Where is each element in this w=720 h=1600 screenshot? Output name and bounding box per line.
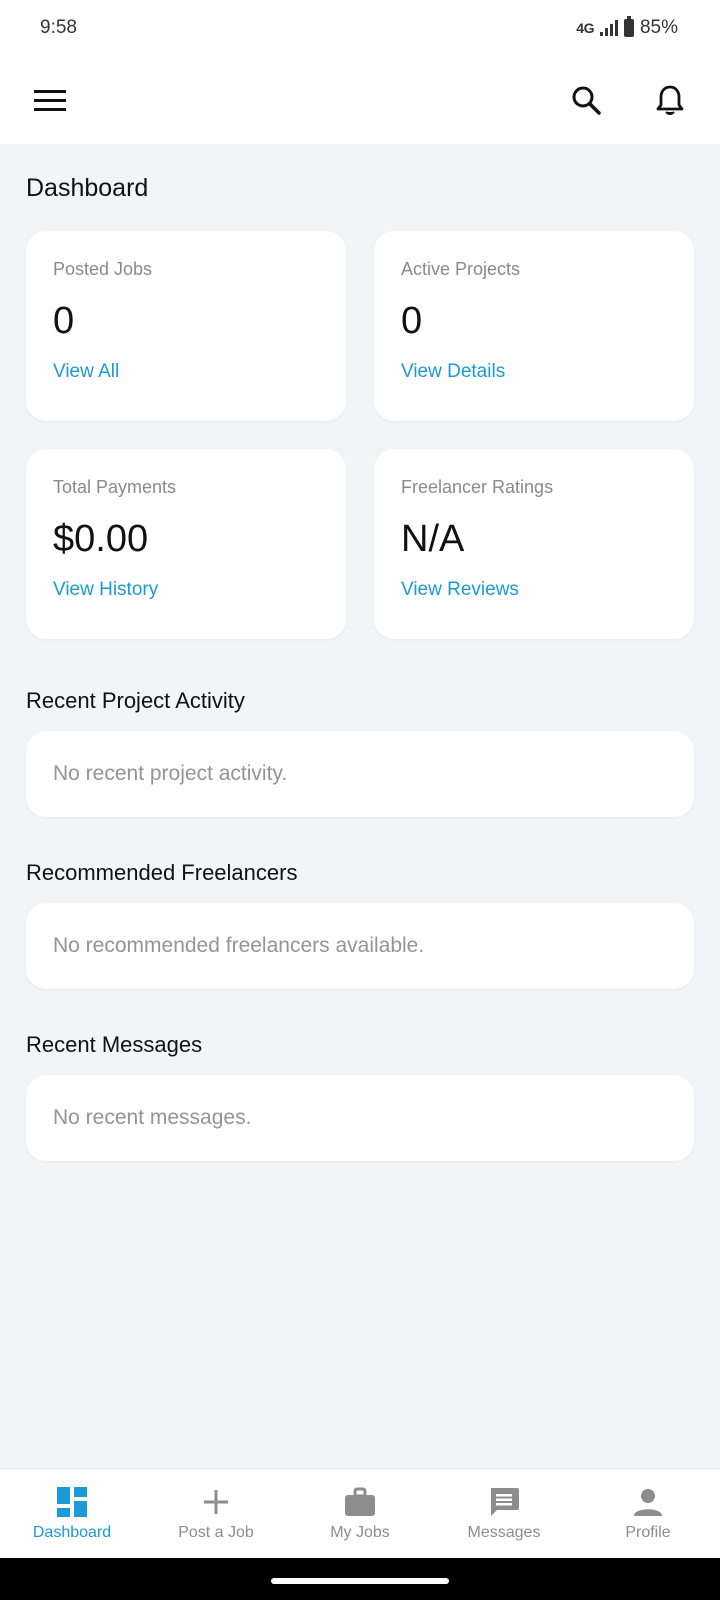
nav-item-my-jobs[interactable]: My Jobs xyxy=(288,1486,432,1542)
stat-value: N/A xyxy=(401,518,465,560)
view-reviews-link[interactable]: View Reviews xyxy=(401,579,519,601)
system-navigation-bar xyxy=(0,1558,720,1600)
posted-jobs-card: Posted Jobs 0 View All xyxy=(26,231,346,421)
stat-label: Posted Jobs xyxy=(53,259,153,279)
dashboard-content: Dashboard Posted Jobs 0 View All Active … xyxy=(0,144,720,1468)
stat-label: Freelancer Ratings xyxy=(401,477,554,497)
battery-percent: 85% xyxy=(639,17,678,38)
freelancer-ratings-card: Freelancer Ratings N/A View Reviews xyxy=(374,449,694,639)
section-title-recent-messages: Recent Messages xyxy=(26,1032,203,1057)
nav-item-dashboard[interactable]: Dashboard xyxy=(0,1486,144,1542)
gesture-handle[interactable] xyxy=(271,1578,449,1584)
bell-icon[interactable] xyxy=(650,80,690,120)
page-title: Dashboard xyxy=(26,174,149,202)
status-bar: 9:58 4G 85% xyxy=(0,0,720,56)
person-icon xyxy=(634,1488,662,1516)
dashboard-icon xyxy=(57,1486,87,1517)
status-indicators: 4G 85% xyxy=(576,16,678,39)
plus-icon xyxy=(204,1489,228,1514)
recent-messages-card: No recent messages. xyxy=(26,1075,694,1161)
app-bar xyxy=(0,56,720,144)
active-projects-card: Active Projects 0 View Details xyxy=(374,231,694,421)
view-history-link[interactable]: View History xyxy=(53,579,158,601)
search-icon[interactable] xyxy=(566,80,606,120)
signal-icon xyxy=(599,20,618,36)
section-title-recent-project-activity: Recent Project Activity xyxy=(26,688,245,713)
nav-label: Dashboard xyxy=(32,1523,112,1541)
nav-item-profile[interactable]: Profile xyxy=(576,1486,720,1542)
battery-icon xyxy=(623,16,634,37)
nav-label: Profile xyxy=(625,1523,671,1541)
empty-state-text: No recent messages. xyxy=(53,1106,252,1129)
nav-label: My Jobs xyxy=(330,1523,390,1541)
recommended-freelancers-card: No recommended freelancers available. xyxy=(26,903,694,989)
status-time: 9:58 xyxy=(40,17,77,38)
stat-label: Total Payments xyxy=(53,477,177,497)
total-payments-card: Total Payments $0.00 View History xyxy=(26,449,346,639)
stat-value: 0 xyxy=(401,300,423,342)
network-type: 4G xyxy=(576,20,594,36)
nav-item-messages[interactable]: Messages xyxy=(432,1486,576,1542)
nav-label: Messages xyxy=(467,1523,541,1541)
view-all-link[interactable]: View All xyxy=(53,361,119,383)
nav-item-post-a-job[interactable]: Post a Job xyxy=(144,1486,288,1542)
stat-value: $0.00 xyxy=(53,518,149,560)
nav-label: Post a Job xyxy=(178,1523,254,1541)
briefcase-icon xyxy=(345,1487,375,1516)
bottom-navigation: Dashboard Post a Job My Jobs Messages Pr… xyxy=(0,1468,720,1558)
stat-label: Active Projects xyxy=(401,259,521,279)
message-icon xyxy=(491,1487,519,1516)
empty-state-text: No recent project activity. xyxy=(53,762,288,785)
empty-state-text: No recommended freelancers available. xyxy=(53,934,425,957)
section-title-recommended-freelancers: Recommended Freelancers xyxy=(26,860,298,885)
view-details-link[interactable]: View Details xyxy=(401,361,505,383)
hamburger-menu-icon[interactable] xyxy=(30,80,70,120)
recent-project-activity-card: No recent project activity. xyxy=(26,731,694,817)
stat-value: 0 xyxy=(53,300,75,342)
